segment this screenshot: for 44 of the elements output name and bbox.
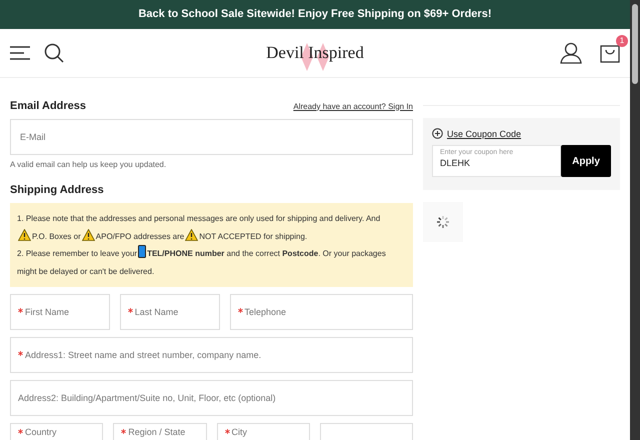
notice-text: 2. Please remember to leave your [17, 249, 138, 258]
sign-in-link[interactable]: Already have an account? Sign In [293, 102, 413, 110]
notice-text: might be delayed or can't be delivered. [17, 266, 154, 276]
section-title: Shipping Address [10, 184, 105, 196]
input-field[interactable]: Address1: Street name and street number, company name. [10, 337, 413, 373]
shopping-bag-icon[interactable] [600, 43, 620, 63]
coupon-link[interactable]: Use Coupon Code [447, 128, 522, 138]
cart-count-badge: 1 [616, 35, 628, 47]
search-icon[interactable] [44, 43, 64, 63]
input-field[interactable]: Region / State [113, 423, 206, 440]
notice-text: NOT ACCEPTED for shipping. [199, 232, 308, 240]
notice-text: 1. Please note that the addresses and personal messages are only used for shipping and delivery. And [17, 214, 380, 223]
field-placeholder: Region / State [128, 427, 186, 437]
loading-spinner-icon [436, 215, 450, 229]
warning-icon [185, 228, 198, 240]
field-placeholder: Country [25, 427, 57, 437]
email-field[interactable]: E-Mail [10, 119, 413, 155]
store-logo[interactable]: Devil Inspired [266, 43, 364, 63]
plus-circle-icon[interactable] [432, 128, 443, 139]
field-placeholder: Address1: Street name and street number, company name. [25, 350, 262, 360]
field-hint: A valid email can help us keep you updated. [10, 160, 168, 169]
input-field[interactable]: First Name [10, 294, 110, 330]
section-title: Email Address [10, 100, 86, 112]
phone-icon [138, 245, 146, 258]
scrollbar[interactable] [630, 0, 640, 440]
notice-text: P.O. Boxes or [32, 232, 81, 240]
warning-icon [82, 228, 95, 240]
notice-text: TEL/PHONE number and the correct Postcode. Or your packages [147, 249, 386, 258]
input-field[interactable]: Last Name [120, 294, 220, 330]
notice-text: APO/FPO addresses are [96, 232, 184, 240]
promo-banner: Back to School Sale Sitewide! Enjoy Free Shipping on $69+ Orders! [0, 0, 630, 29]
field-placeholder: Last Name [134, 307, 178, 317]
input-field[interactable]: Country [10, 423, 104, 440]
field-placeholder: First Name [25, 307, 70, 317]
field-placeholder: City [232, 427, 247, 437]
user-icon[interactable] [560, 42, 582, 64]
field-placeholder: Telephone [244, 307, 286, 317]
apply-button[interactable]: Apply [561, 145, 611, 177]
warning-icon [18, 228, 31, 240]
input-field[interactable]: City [216, 423, 310, 440]
input-field[interactable]: Address2: Building/Apartment/Suite no, Unit, Floor, etc (optional) [10, 380, 413, 416]
input-field[interactable]: Telephone [230, 294, 413, 330]
field-placeholder: Address2: Building/Apartment/Suite no, Unit, Floor, etc (optional) [18, 393, 276, 403]
menu-icon[interactable] [10, 46, 30, 60]
